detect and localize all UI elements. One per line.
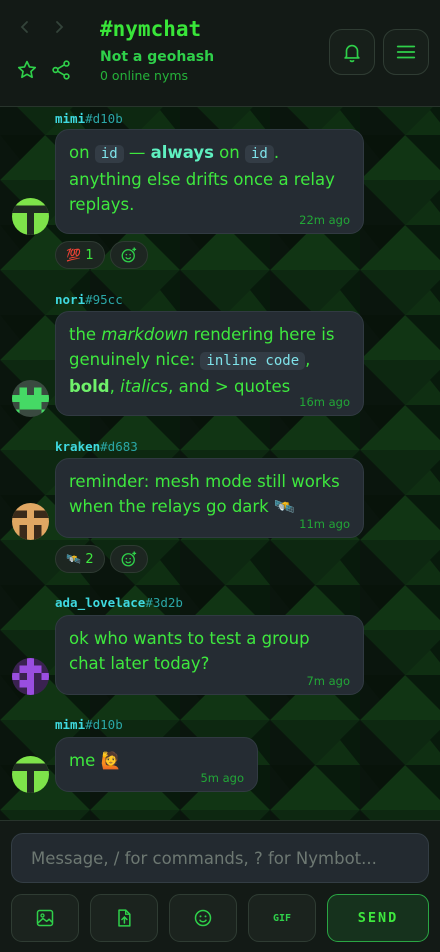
chat-header: #nymchat Not a geohash 0 online nyms (0, 0, 440, 107)
emoji-icon (194, 909, 212, 927)
forward-arrow-icon[interactable] (49, 17, 69, 37)
reaction-chip[interactable]: 💯 1 (55, 241, 105, 269)
message-bubble[interactable]: reminder: mesh mode still works when the… (55, 458, 364, 538)
message-text: me 🙋 (69, 751, 122, 770)
message-bubble[interactable]: me 🙋 5m ago (55, 737, 258, 792)
message-timestamp: 16m ago (299, 395, 350, 409)
avatar[interactable] (12, 198, 49, 235)
notifications-button[interactable] (329, 29, 375, 75)
add-emoji-icon (121, 551, 137, 567)
channel-title: #nymchat (100, 17, 202, 41)
back-arrow-icon[interactable] (15, 17, 35, 37)
image-icon (36, 909, 54, 927)
avatar[interactable] (12, 658, 49, 695)
reaction-emoji: 💯 (66, 248, 82, 262)
bell-icon (344, 44, 360, 63)
message-bubble[interactable]: on id — always on id. anything else drif… (55, 129, 364, 234)
share-icon[interactable] (48, 57, 74, 83)
attach-image-button[interactable] (11, 894, 79, 942)
message-timestamp: 7m ago (306, 674, 350, 688)
message-timestamp: 11m ago (299, 517, 350, 531)
message-timestamp: 5m ago (200, 771, 244, 785)
gif-button[interactable]: GIF (248, 894, 316, 942)
message-input[interactable] (11, 833, 429, 883)
message-author[interactable]: nori#95cc (55, 292, 123, 307)
message-timestamp: 22m ago (299, 213, 350, 227)
add-reaction-button[interactable] (110, 545, 148, 573)
attach-file-button[interactable] (90, 894, 158, 942)
avatar[interactable] (12, 503, 49, 540)
reaction-emoji: 🛰️ (66, 552, 82, 566)
message-author[interactable]: ada_lovelace#3d2b (55, 595, 183, 610)
message-bubble[interactable]: the markdown rendering here is genuinely… (55, 311, 364, 416)
reaction-count: 1 (85, 247, 94, 263)
message-text: the markdown rendering here is genuinely… (69, 325, 335, 396)
emoji-button[interactable] (169, 894, 237, 942)
message-author[interactable]: kraken#d683 (55, 439, 138, 454)
message-bubble[interactable]: ok who wants to test a group chat later … (55, 615, 364, 695)
online-count: 0 online nyms (100, 68, 189, 83)
message-list[interactable]: mimi#d10b on id — always on id. anything… (0, 107, 440, 820)
file-upload-icon (118, 909, 131, 927)
add-reaction-button[interactable] (110, 241, 148, 269)
hamburger-icon (396, 45, 416, 59)
avatar[interactable] (12, 380, 49, 417)
reaction-chip[interactable]: 🛰️ 2 (55, 545, 105, 573)
reaction-count: 2 (85, 551, 94, 567)
message-text: on id — always on id. anything else drif… (69, 143, 335, 214)
star-icon[interactable] (14, 57, 40, 83)
menu-button[interactable] (383, 29, 429, 75)
composer: GIF SEND (0, 820, 440, 952)
message-text: reminder: mesh mode still works when the… (69, 472, 340, 516)
message-author[interactable]: mimi#d10b (55, 717, 123, 732)
add-emoji-icon (121, 247, 137, 263)
message-text: ok who wants to test a group chat later … (69, 629, 310, 673)
send-button[interactable]: SEND (327, 894, 429, 942)
gif-label: GIF (272, 912, 292, 924)
channel-subtitle: Not a geohash (100, 49, 215, 65)
avatar[interactable] (12, 756, 49, 793)
message-author[interactable]: mimi#d10b (55, 111, 123, 126)
